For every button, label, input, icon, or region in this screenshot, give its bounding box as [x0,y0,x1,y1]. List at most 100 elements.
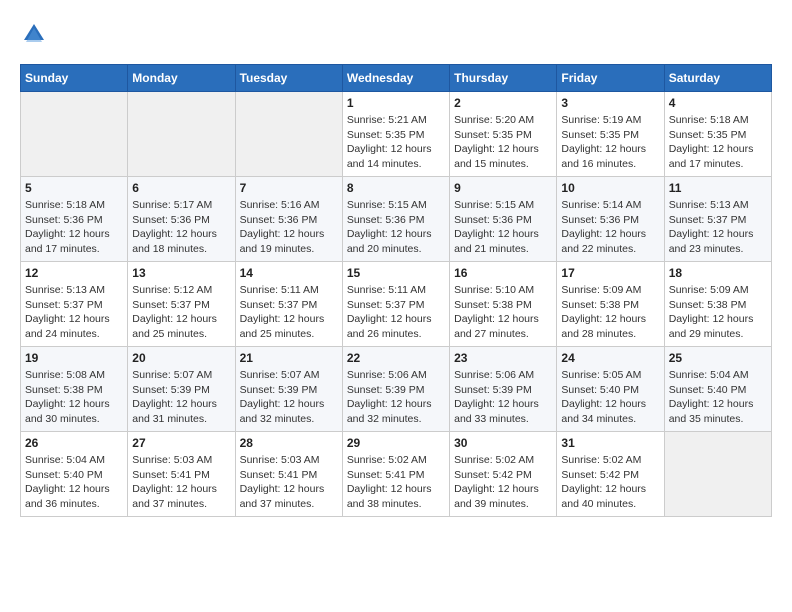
day-info: Sunrise: 5:13 AM Sunset: 5:37 PM Dayligh… [669,198,767,257]
calendar-cell: 23 Sunrise: 5:06 AM Sunset: 5:39 PM Dayli… [450,347,557,432]
header-day-monday: Monday [128,65,235,92]
calendar-cell: 5 Sunrise: 5:18 AM Sunset: 5:36 PM Daylig… [21,177,128,262]
day-info: Sunrise: 5:09 AM Sunset: 5:38 PM Dayligh… [669,283,767,342]
day-info: Sunrise: 5:17 AM Sunset: 5:36 PM Dayligh… [132,198,230,257]
day-number: 5 [25,181,123,195]
calendar-cell: 7 Sunrise: 5:16 AM Sunset: 5:36 PM Daylig… [235,177,342,262]
day-info: Sunrise: 5:15 AM Sunset: 5:36 PM Dayligh… [454,198,552,257]
day-info: Sunrise: 5:02 AM Sunset: 5:42 PM Dayligh… [454,453,552,512]
day-info: Sunrise: 5:19 AM Sunset: 5:35 PM Dayligh… [561,113,659,172]
day-number: 21 [240,351,338,365]
calendar-cell: 4 Sunrise: 5:18 AM Sunset: 5:35 PM Daylig… [664,92,771,177]
day-info: Sunrise: 5:03 AM Sunset: 5:41 PM Dayligh… [132,453,230,512]
header-day-wednesday: Wednesday [342,65,449,92]
day-number: 16 [454,266,552,280]
day-number: 23 [454,351,552,365]
day-number: 28 [240,436,338,450]
calendar-cell [664,432,771,517]
day-info: Sunrise: 5:16 AM Sunset: 5:36 PM Dayligh… [240,198,338,257]
day-number: 2 [454,96,552,110]
day-info: Sunrise: 5:09 AM Sunset: 5:38 PM Dayligh… [561,283,659,342]
header-day-thursday: Thursday [450,65,557,92]
calendar-cell: 27Sunrise: 5:03 AM Sunset: 5:41 PM Dayli… [128,432,235,517]
calendar-cell: 1 Sunrise: 5:21 AM Sunset: 5:35 PM Daylig… [342,92,449,177]
calendar-week-3: 12 Sunrise: 5:13 AM Sunset: 5:37 PM Dayli… [21,262,772,347]
day-info: Sunrise: 5:18 AM Sunset: 5:35 PM Dayligh… [669,113,767,172]
day-info: Sunrise: 5:06 AM Sunset: 5:39 PM Dayligh… [347,368,445,427]
day-info: Sunrise: 5:18 AM Sunset: 5:36 PM Dayligh… [25,198,123,257]
day-info: Sunrise: 5:21 AM Sunset: 5:35 PM Dayligh… [347,113,445,172]
calendar-cell: 29Sunrise: 5:02 AM Sunset: 5:41 PM Dayli… [342,432,449,517]
calendar-body: 1 Sunrise: 5:21 AM Sunset: 5:35 PM Daylig… [21,92,772,517]
day-info: Sunrise: 5:11 AM Sunset: 5:37 PM Dayligh… [347,283,445,342]
day-number: 14 [240,266,338,280]
calendar-cell: 2 Sunrise: 5:20 AM Sunset: 5:35 PM Daylig… [450,92,557,177]
day-info: Sunrise: 5:06 AM Sunset: 5:39 PM Dayligh… [454,368,552,427]
day-info: Sunrise: 5:04 AM Sunset: 5:40 PM Dayligh… [669,368,767,427]
day-info: Sunrise: 5:20 AM Sunset: 5:35 PM Dayligh… [454,113,552,172]
calendar-cell: 10Sunrise: 5:14 AM Sunset: 5:36 PM Dayli… [557,177,664,262]
calendar-cell [21,92,128,177]
day-number: 3 [561,96,659,110]
calendar-week-5: 26 Sunrise: 5:04 AM Sunset: 5:40 PM Dayli… [21,432,772,517]
calendar-cell: 13 Sunrise: 5:12 AM Sunset: 5:37 PM Dayli… [128,262,235,347]
calendar-header: SundayMondayTuesdayWednesdayThursdayFrid… [21,65,772,92]
day-info: Sunrise: 5:11 AM Sunset: 5:37 PM Dayligh… [240,283,338,342]
day-number: 31 [561,436,659,450]
calendar-table: SundayMondayTuesdayWednesdayThursdayFrid… [20,64,772,517]
header-day-sunday: Sunday [21,65,128,92]
page-header [20,20,772,48]
day-info: Sunrise: 5:12 AM Sunset: 5:37 PM Dayligh… [132,283,230,342]
calendar-cell: 16 Sunrise: 5:10 AM Sunset: 5:38 PM Dayli… [450,262,557,347]
calendar-cell: 20 Sunrise: 5:07 AM Sunset: 5:39 PM Dayli… [128,347,235,432]
day-info: Sunrise: 5:08 AM Sunset: 5:38 PM Dayligh… [25,368,123,427]
day-number: 9 [454,181,552,195]
calendar-cell: 22 Sunrise: 5:06 AM Sunset: 5:39 PM Dayli… [342,347,449,432]
day-info: Sunrise: 5:13 AM Sunset: 5:37 PM Dayligh… [25,283,123,342]
calendar-week-1: 1 Sunrise: 5:21 AM Sunset: 5:35 PM Daylig… [21,92,772,177]
header-day-saturday: Saturday [664,65,771,92]
logo [20,20,54,48]
calendar-cell: 15 Sunrise: 5:11 AM Sunset: 5:37 PM Dayli… [342,262,449,347]
logo-icon [20,20,48,48]
calendar-cell: 18 Sunrise: 5:09 AM Sunset: 5:38 PM Dayli… [664,262,771,347]
calendar-cell: 26 Sunrise: 5:04 AM Sunset: 5:40 PM Dayli… [21,432,128,517]
calendar-cell: 9 Sunrise: 5:15 AM Sunset: 5:36 PM Daylig… [450,177,557,262]
day-info: Sunrise: 5:04 AM Sunset: 5:40 PM Dayligh… [25,453,123,512]
header-day-friday: Friday [557,65,664,92]
calendar-cell: 31Sunrise: 5:02 AM Sunset: 5:42 PM Dayli… [557,432,664,517]
calendar-week-4: 19 Sunrise: 5:08 AM Sunset: 5:38 PM Dayli… [21,347,772,432]
day-number: 7 [240,181,338,195]
day-number: 6 [132,181,230,195]
day-number: 25 [669,351,767,365]
day-number: 19 [25,351,123,365]
day-number: 8 [347,181,445,195]
day-number: 13 [132,266,230,280]
day-info: Sunrise: 5:05 AM Sunset: 5:40 PM Dayligh… [561,368,659,427]
day-number: 20 [132,351,230,365]
day-info: Sunrise: 5:02 AM Sunset: 5:41 PM Dayligh… [347,453,445,512]
calendar-cell [128,92,235,177]
calendar-cell: 14 Sunrise: 5:11 AM Sunset: 5:37 PM Dayli… [235,262,342,347]
calendar-cell: 17Sunrise: 5:09 AM Sunset: 5:38 PM Dayli… [557,262,664,347]
day-number: 18 [669,266,767,280]
header-day-tuesday: Tuesday [235,65,342,92]
calendar-cell: 8Sunrise: 5:15 AM Sunset: 5:36 PM Daylig… [342,177,449,262]
calendar-cell: 19 Sunrise: 5:08 AM Sunset: 5:38 PM Dayli… [21,347,128,432]
day-number: 15 [347,266,445,280]
day-info: Sunrise: 5:03 AM Sunset: 5:41 PM Dayligh… [240,453,338,512]
calendar-cell: 30Sunrise: 5:02 AM Sunset: 5:42 PM Dayli… [450,432,557,517]
day-number: 11 [669,181,767,195]
day-info: Sunrise: 5:07 AM Sunset: 5:39 PM Dayligh… [240,368,338,427]
day-info: Sunrise: 5:14 AM Sunset: 5:36 PM Dayligh… [561,198,659,257]
day-number: 26 [25,436,123,450]
day-info: Sunrise: 5:07 AM Sunset: 5:39 PM Dayligh… [132,368,230,427]
day-info: Sunrise: 5:10 AM Sunset: 5:38 PM Dayligh… [454,283,552,342]
calendar-cell: 12 Sunrise: 5:13 AM Sunset: 5:37 PM Dayli… [21,262,128,347]
calendar-cell: 28 Sunrise: 5:03 AM Sunset: 5:41 PM Dayli… [235,432,342,517]
day-number: 1 [347,96,445,110]
day-number: 12 [25,266,123,280]
calendar-cell: 24Sunrise: 5:05 AM Sunset: 5:40 PM Dayli… [557,347,664,432]
day-number: 22 [347,351,445,365]
day-number: 4 [669,96,767,110]
